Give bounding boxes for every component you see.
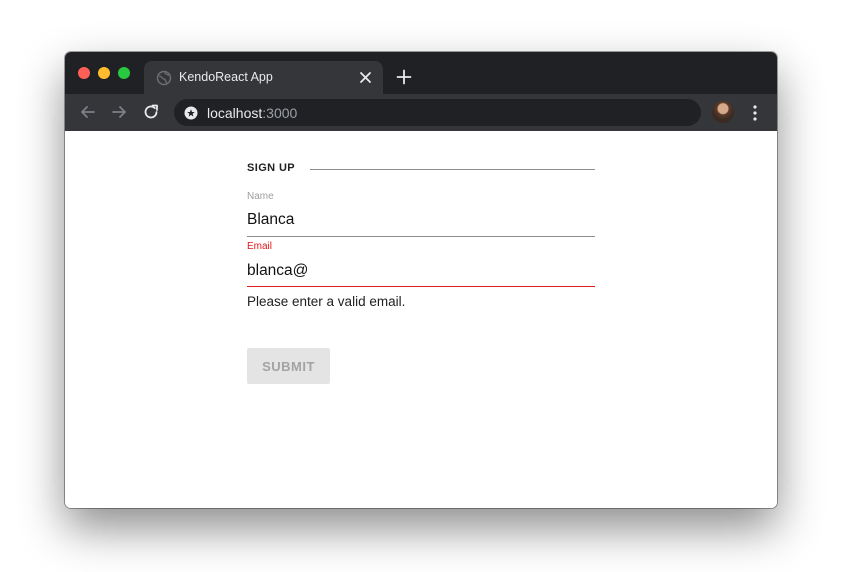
legend-divider: [310, 169, 595, 170]
window-close-button[interactable]: [78, 67, 90, 79]
forward-icon[interactable]: [110, 103, 128, 121]
email-label: Email: [247, 241, 273, 252]
page-content: SIGN UP Name Email Please enter a valid …: [65, 131, 777, 508]
name-underline: [247, 236, 595, 237]
submit-button[interactable]: SUBMIT: [247, 348, 330, 384]
url-port: :3000: [262, 105, 298, 121]
tab-title: KendoReact App: [179, 70, 273, 84]
avatar[interactable]: [712, 101, 734, 123]
email-underline: [247, 286, 595, 287]
site-info-icon[interactable]: [184, 106, 198, 120]
globe-icon: [156, 70, 172, 86]
email-input[interactable]: [247, 259, 595, 283]
address-bar[interactable]: localhost:3000: [174, 99, 701, 126]
browser-window: KendoReact App localhost:3000 SIGN UP Na…: [65, 52, 777, 508]
browser-toolbar: localhost:3000: [65, 94, 777, 131]
browser-tab[interactable]: KendoReact App: [144, 61, 383, 94]
url-host: localhost: [207, 105, 263, 121]
window-maximize-button[interactable]: [118, 67, 130, 79]
url-text[interactable]: localhost:3000: [207, 105, 297, 121]
signup-form: SIGN UP Name Email Please enter a valid …: [247, 131, 595, 508]
plus-icon[interactable]: [396, 69, 412, 85]
name-label: Name: [247, 191, 274, 202]
back-icon[interactable]: [79, 103, 97, 121]
email-error-message: Please enter a valid email.: [247, 294, 406, 309]
form-legend-row: SIGN UP: [247, 162, 595, 176]
kebab-menu-icon[interactable]: [751, 104, 759, 122]
form-legend: SIGN UP: [247, 162, 296, 174]
name-input[interactable]: [247, 208, 595, 232]
window-minimize-button[interactable]: [98, 67, 110, 79]
tab-bar: KendoReact App: [65, 52, 777, 94]
reload-icon[interactable]: [142, 103, 160, 121]
close-icon[interactable]: [359, 71, 372, 84]
